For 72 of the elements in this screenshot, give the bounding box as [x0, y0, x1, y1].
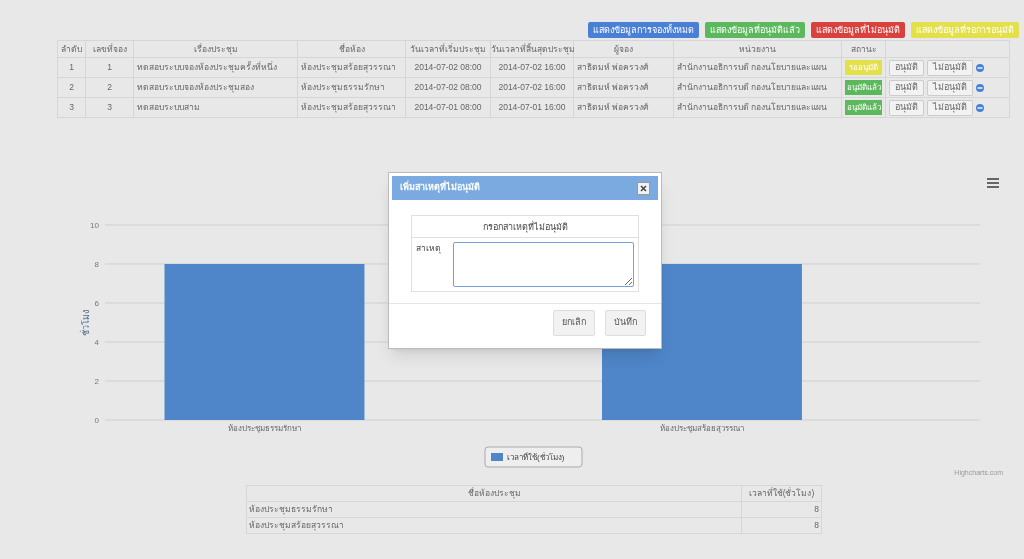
approve-button[interactable]: อนุมัติ	[889, 99, 924, 116]
filter-button[interactable]: แสดงข้อมูลที่ไม่อนุมัติ	[811, 22, 905, 38]
table-cell: สาธิตมห์ พ่อครวงศ์	[573, 97, 674, 118]
status-badge: อนุมัติแล้ว	[845, 100, 882, 115]
table-cell: 2014-07-02 16:00	[490, 57, 574, 78]
column-header: ชื่อห้องประชุม	[246, 485, 742, 502]
y-tick-label: 4	[94, 338, 99, 347]
table-cell: 2014-07-02 08:00	[405, 57, 491, 78]
column-header: เลขที่จอง	[85, 40, 134, 58]
table-cell: 1	[57, 57, 86, 78]
table-cell: 3	[57, 97, 86, 118]
table-cell: 8	[741, 517, 822, 534]
y-tick-label: 6	[94, 299, 99, 308]
table-cell: ห้องประชุมสร้อยสุวรรณา	[297, 57, 406, 78]
table-cell: ทดสอบระบบจองห้องประชุมสอง	[133, 77, 298, 98]
table-cell: ห้องประชุมธรรมรักษา	[246, 501, 742, 518]
field-label: สาเหตุ	[416, 242, 441, 256]
column-header: หน่วยงาน	[673, 40, 842, 58]
legend-label: เวลาที่ใช้(ชั่วโมง)	[507, 451, 565, 462]
column-header: สถานะ	[841, 40, 886, 58]
table-cell: ห้องประชุมสร้อยสุวรรณา	[246, 517, 742, 534]
delete-icon[interactable]	[976, 63, 984, 72]
table-cell: สำนักงานอธิการบดี กองนโยบายและแผน	[673, 77, 842, 98]
table-cell: 2	[85, 77, 134, 98]
table-cell: 2	[57, 77, 86, 98]
chart-menu-icon[interactable]	[987, 178, 999, 188]
reject-button[interactable]: ไม่อนุมัติ	[927, 59, 973, 76]
legend-item[interactable]: เวลาที่ใช้(ชั่วโมง)	[484, 446, 583, 468]
column-header: เวลาที่ใช้(ชั่วโมง)	[741, 485, 822, 502]
reject-button[interactable]: ไม่อนุมัติ	[927, 99, 973, 116]
delete-icon[interactable]	[976, 103, 984, 112]
table-cell: 2014-07-01 08:00	[405, 97, 491, 118]
table-cell: 2014-07-02 16:00	[490, 77, 574, 98]
x-category-label: ห้องประชุมสร้อยสุวรรณา	[659, 424, 744, 433]
delete-icon[interactable]	[976, 83, 984, 92]
reason-field[interactable]	[453, 242, 634, 287]
table-cell: ทดสอบระบบจองห้องประชุมครั้งที่หนึ่ง	[133, 57, 298, 78]
column-header: ชื่อห้อง	[297, 40, 406, 58]
column-header: ผู้จอง	[573, 40, 674, 58]
y-tick-label: 2	[94, 377, 99, 386]
y-tick-label: 8	[94, 260, 99, 269]
dialog-button[interactable]: ยกเลิก	[553, 310, 595, 336]
table-cell: 1	[85, 57, 134, 78]
column-header: วันเวลาที่สิ้นสุดประชุม	[490, 40, 574, 58]
x-category-label: ห้องประชุมธรรมรักษา	[227, 424, 301, 433]
table-cell: สำนักงานอธิการบดี กองนโยบายและแผน	[673, 97, 842, 118]
y-tick-label: 10	[90, 221, 99, 230]
close-icon[interactable]	[637, 181, 650, 195]
y-tick-label: 0	[94, 416, 99, 425]
filter-button[interactable]: แสดงข้อมูลการจองทั้งหมด	[588, 22, 699, 38]
table-cell: ห้องประชุมธรรมรักษา	[297, 77, 406, 98]
status-badge: รออนุมัติ	[845, 60, 882, 75]
table-cell: 2014-07-01 16:00	[490, 97, 574, 118]
table-cell: 8	[741, 501, 822, 518]
status-badge: อนุมัติแล้ว	[845, 80, 882, 95]
y-axis-title: ชั่วโมง	[81, 309, 91, 336]
table-cell: ห้องประชุมสร้อยสุวรรณา	[297, 97, 406, 118]
table-cell: สาธิตมห์ พ่อครวงศ์	[573, 77, 674, 98]
table-cell: สาธิตมห์ พ่อครวงศ์	[573, 57, 674, 78]
table-cell: 2014-07-02 08:00	[405, 77, 491, 98]
approve-button[interactable]: อนุมัติ	[889, 79, 924, 96]
dialog-button[interactable]: บันทึก	[605, 310, 646, 336]
form-heading: กรอกสาเหตุที่ไม่อนุมัติ	[412, 216, 638, 238]
table-cell: สำนักงานอธิการบดี กองนโยบายและแผน	[673, 57, 842, 78]
reject-button[interactable]: ไม่อนุมัติ	[927, 79, 973, 96]
table-cell: 3	[85, 97, 134, 118]
column-header: ลำดับ	[57, 40, 86, 58]
table-cell: ทดสอบระบบสาม	[133, 97, 298, 118]
dialog-title: เพิ่มสาเหตุที่ไม่อนุมัติ	[400, 181, 480, 195]
column-header: เรื่องประชุม	[133, 40, 298, 58]
column-header: วันเวลาที่เริ่มประชุม	[405, 40, 491, 58]
approve-button[interactable]: อนุมัติ	[889, 59, 924, 76]
